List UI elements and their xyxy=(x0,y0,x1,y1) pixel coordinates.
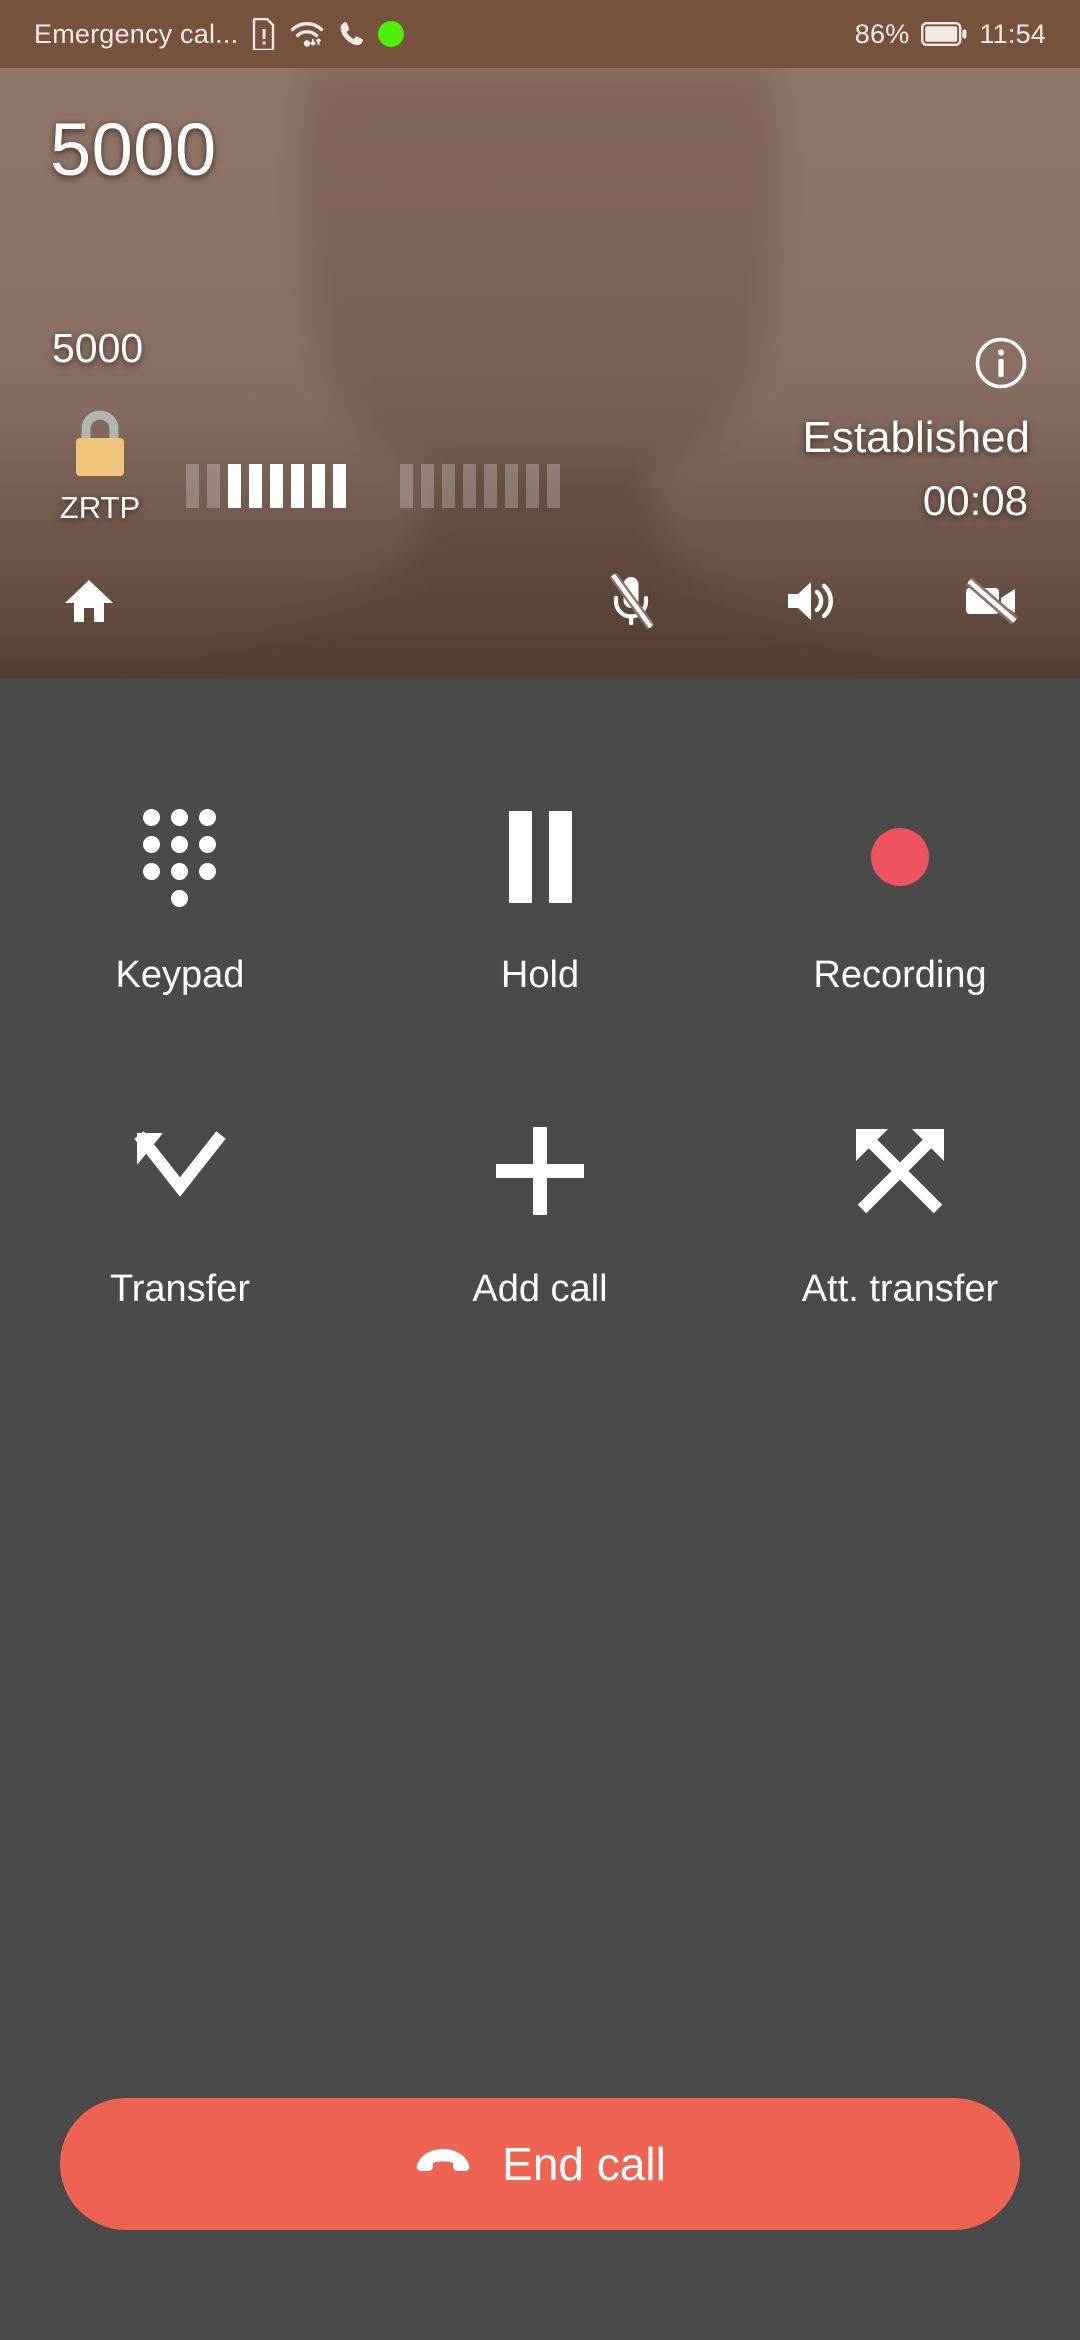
quality-bar xyxy=(400,464,413,508)
phone-in-call-icon xyxy=(338,20,364,48)
call-header-toolbar xyxy=(0,566,1080,640)
carrier-label: Emergency cal... xyxy=(34,18,239,49)
add-call-button[interactable]: Add call xyxy=(360,1112,720,1308)
quality-bar xyxy=(421,464,434,508)
quality-bar xyxy=(228,464,241,508)
encryption-indicator[interactable]: ZRTP xyxy=(52,406,148,523)
attended-transfer-button[interactable]: Att. transfer xyxy=(720,1112,1080,1308)
plus-icon xyxy=(492,1112,588,1230)
hold-button[interactable]: Hold xyxy=(360,798,720,994)
call-header: 5000 5000 ZRTP Established 00:08 xyxy=(0,68,1080,678)
clock-label: 11:54 xyxy=(979,18,1046,49)
quality-bar xyxy=(463,464,476,508)
speaker-button[interactable] xyxy=(768,566,854,640)
quality-bars-right-group xyxy=(400,464,560,508)
quality-bar xyxy=(291,464,304,508)
encryption-label: ZRTP xyxy=(59,490,141,525)
quality-bars-left-group xyxy=(186,464,346,508)
wifi-icon xyxy=(290,19,324,49)
quality-bar xyxy=(484,464,497,508)
attended-transfer-icon xyxy=(850,1112,950,1230)
caller-number-secondary: 5000 xyxy=(52,325,144,371)
quality-bar xyxy=(207,464,220,508)
call-actions-grid: Keypad Hold Recording Transfer Add call … xyxy=(0,798,1080,1308)
end-call-label: End call xyxy=(502,2138,666,2190)
pause-icon xyxy=(508,798,572,916)
status-bar-right: 86% 11:54 xyxy=(855,19,1046,50)
transfer-button[interactable]: Transfer xyxy=(0,1112,360,1308)
call-duration-label: 00:08 xyxy=(922,477,1028,524)
speaker-on-icon xyxy=(784,577,838,630)
mic-off-icon xyxy=(606,571,656,634)
call-actions-panel: Keypad Hold Recording Transfer Add call … xyxy=(0,678,1080,2340)
call-state-label: Established xyxy=(802,413,1030,462)
quality-bar xyxy=(312,464,325,508)
quality-bar xyxy=(333,464,346,508)
quality-bar xyxy=(186,464,199,508)
home-button[interactable] xyxy=(46,566,132,640)
call-info-icon[interactable] xyxy=(974,336,1028,390)
lock-icon xyxy=(67,406,133,484)
status-bar: Emergency cal... 86% 11:54 xyxy=(0,0,1080,68)
recording-label: Recording xyxy=(813,954,987,996)
battery-percent-label: 86% xyxy=(854,18,910,49)
quality-bar xyxy=(442,464,455,508)
quality-bar xyxy=(526,464,539,508)
quality-bar xyxy=(505,464,518,508)
video-button[interactable] xyxy=(948,566,1034,640)
record-dot-icon xyxy=(871,798,929,916)
green-status-dot xyxy=(378,21,405,47)
caller-number-primary: 5000 xyxy=(50,108,217,191)
call-end-icon xyxy=(414,2145,472,2184)
recording-button[interactable]: Recording xyxy=(720,798,1080,994)
keypad-label: Keypad xyxy=(115,954,245,996)
audio-quality-bars xyxy=(186,464,560,508)
call-transfer-icon xyxy=(129,1112,231,1230)
dialpad-icon xyxy=(143,798,217,916)
add-call-label: Add call xyxy=(472,1268,608,1310)
home-icon xyxy=(63,577,115,630)
att-transfer-label: Att. transfer xyxy=(801,1268,999,1310)
battery-icon xyxy=(921,22,967,46)
status-bar-left: Emergency cal... xyxy=(34,18,855,50)
end-call-button[interactable]: End call xyxy=(60,2098,1020,2230)
mute-button[interactable] xyxy=(588,566,674,640)
sim-alert-icon xyxy=(252,18,276,50)
hold-label: Hold xyxy=(500,954,580,996)
quality-bar xyxy=(249,464,262,508)
transfer-label: Transfer xyxy=(109,1268,251,1310)
video-off-icon xyxy=(963,576,1019,629)
keypad-button[interactable]: Keypad xyxy=(0,798,360,994)
quality-bar xyxy=(270,464,283,508)
quality-bar xyxy=(547,464,560,508)
